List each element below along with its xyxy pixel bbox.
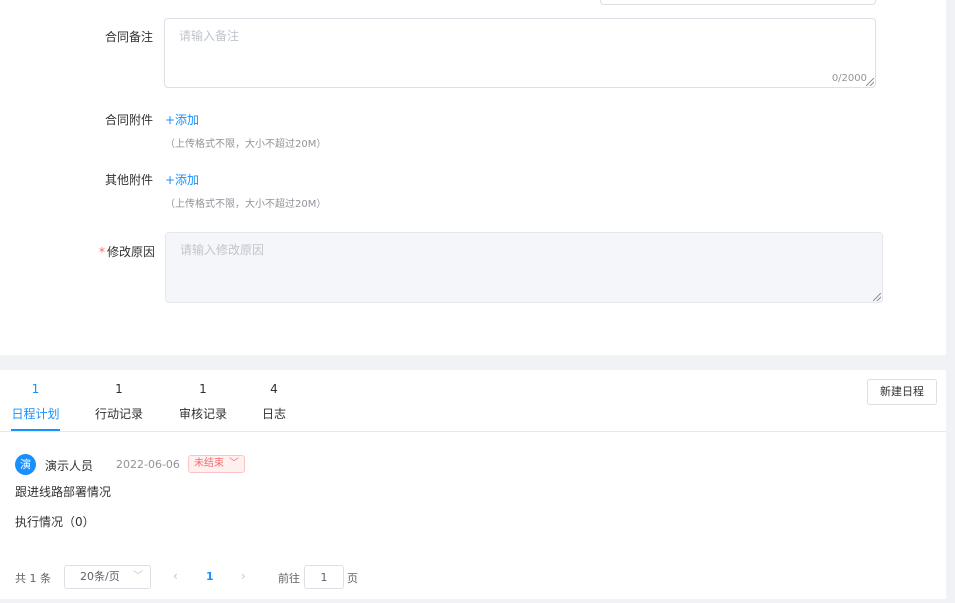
- modify-reason-textarea[interactable]: 请输入修改原因: [165, 232, 883, 303]
- pagination-total: 共 1 条: [15, 572, 51, 585]
- entry-content: 跟进线路部署情况: [15, 485, 112, 499]
- goto-label: 前往: [278, 572, 300, 585]
- new-schedule-button[interactable]: 新建日程: [867, 379, 937, 405]
- execution-status-label: 执行情况（0）: [15, 515, 95, 529]
- tab-label: 日志: [261, 407, 286, 421]
- avatar: 演: [15, 454, 36, 475]
- page-size-select[interactable]: 20条/页 ﹀: [64, 565, 151, 589]
- add-contract-attachment-link[interactable]: +添加: [165, 111, 199, 128]
- status-badge[interactable]: 未结束 ﹀: [188, 455, 245, 473]
- required-mark: *: [98, 245, 105, 259]
- tab-label: 日程计划: [11, 407, 60, 421]
- chevron-left-icon[interactable]: ‹: [173, 569, 178, 583]
- chevron-down-icon: ﹀: [133, 571, 143, 582]
- modify-reason-placeholder: 请输入修改原因: [180, 243, 265, 257]
- modify-reason-label-text: 修改原因: [106, 245, 155, 259]
- goto-page-input[interactable]: [304, 565, 344, 589]
- contract-form-panel: 合同备注 请输入备注 0/2000 合同附件 +添加 （上传格式不限，大小不超过…: [0, 0, 946, 355]
- pagination-current-page[interactable]: 1: [206, 570, 214, 583]
- chevron-right-icon[interactable]: ›: [241, 569, 246, 583]
- add-other-attachment-link[interactable]: +添加: [165, 171, 199, 188]
- entry-date: 2022-06-06: [116, 458, 180, 471]
- resize-grip-icon[interactable]: [866, 78, 874, 86]
- page-suffix-label: 页: [347, 572, 358, 585]
- tab-label: 行动记录: [94, 407, 143, 421]
- tab-schedule-plan[interactable]: 1 日程计划: [11, 370, 60, 430]
- contract-remark-label: 合同备注: [104, 30, 153, 44]
- upper-field-input[interactable]: [600, 0, 876, 5]
- tab-count: 4: [270, 382, 278, 396]
- contract-remark-placeholder: 请输入备注: [179, 29, 240, 43]
- tab-logs[interactable]: 4 日志: [258, 370, 290, 430]
- contract-attachment-label: 合同附件: [104, 113, 153, 127]
- page-size-value: 20条/页: [80, 570, 120, 583]
- tab-action-records[interactable]: 1 行动记录: [92, 370, 146, 430]
- other-attachment-label: 其他附件: [104, 173, 153, 187]
- status-text: 未结束: [194, 458, 224, 469]
- entry-person-name: 演示人员: [45, 459, 94, 473]
- modify-reason-label: * 修改原因: [75, 243, 155, 260]
- contract-attachment-hint: （上传格式不限，大小不超过20M）: [165, 139, 327, 150]
- resize-grip-icon[interactable]: [873, 293, 881, 301]
- tab-label: 审核记录: [178, 407, 227, 421]
- records-panel: 1 日程计划 1 行动记录 1 审核记录 4 日志 新建日程 演 演示人员 20…: [0, 370, 946, 599]
- contract-remark-textarea[interactable]: 请输入备注 0/2000: [164, 18, 876, 88]
- other-attachment-hint: （上传格式不限，大小不超过20M）: [165, 199, 327, 210]
- chevron-down-icon: ﹀: [229, 458, 239, 469]
- tabs-divider: [0, 431, 946, 432]
- tab-count: 1: [115, 382, 123, 396]
- contract-remark-counter: 0/2000: [831, 73, 867, 84]
- tab-count: 1: [199, 382, 207, 396]
- tab-count: 1: [31, 382, 40, 396]
- scrollbar-track[interactable]: [946, 0, 955, 603]
- tab-review-records[interactable]: 1 审核记录: [176, 370, 230, 430]
